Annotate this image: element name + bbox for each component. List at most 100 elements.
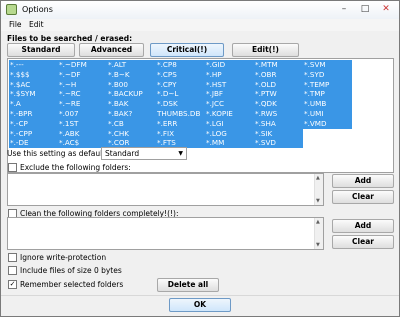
file-type-item[interactable]: *.FIX xyxy=(156,128,205,139)
window-title: Options xyxy=(22,5,53,14)
title-bar[interactable]: Options – □ ✕ xyxy=(1,1,399,19)
checkmark-icon: ✓ xyxy=(9,280,16,288)
file-type-item[interactable]: *.CHK xyxy=(107,128,156,139)
ignore-write-protection-checkbox[interactable] xyxy=(8,253,17,262)
menu-file[interactable]: File xyxy=(9,20,22,29)
exclude-folders-list[interactable]: ▲ ▼ xyxy=(7,173,324,206)
standard-button[interactable]: Standard xyxy=(7,43,75,57)
file-type-item[interactable]: *.B~K xyxy=(107,69,156,80)
remember-folders-label: Remember selected folders xyxy=(20,280,124,289)
file-type-item[interactable]: *.D~L xyxy=(156,89,205,100)
file-type-item[interactable]: *.OLD xyxy=(254,79,303,90)
file-type-item[interactable]: *.CPS xyxy=(156,69,205,80)
file-type-item[interactable]: *.SHA xyxy=(254,118,303,129)
file-type-item[interactable]: *.1ST xyxy=(58,118,107,129)
critical-button[interactable]: Critical(!) xyxy=(150,43,224,57)
file-type-item[interactable]: *.TMP xyxy=(303,89,352,100)
file-type-item[interactable]: *.QDK xyxy=(254,99,303,109)
file-type-item[interactable]: *.~DF xyxy=(58,69,107,80)
clean-folders-list[interactable]: ▲ ▼ xyxy=(7,217,324,250)
maximize-icon[interactable]: □ xyxy=(355,2,375,17)
file-type-item[interactable]: *.-BPR xyxy=(9,108,58,119)
file-type-item[interactable]: *.B00 xyxy=(107,79,156,90)
default-setting-combo[interactable]: Standard ▼ xyxy=(101,147,187,160)
file-type-item[interactable]: *.AC$ xyxy=(58,138,107,149)
file-type-item[interactable]: *.-DE xyxy=(9,138,58,149)
close-icon[interactable]: ✕ xyxy=(375,2,397,17)
file-type-item[interactable]: *.-CPP xyxy=(9,128,58,139)
file-type-item[interactable]: *.SIK xyxy=(254,128,303,139)
options-window: Options – □ ✕ File Edit Files to be sear… xyxy=(0,0,400,317)
scroll-up-icon[interactable]: ▲ xyxy=(316,175,320,181)
file-type-item[interactable]: *.~RC xyxy=(58,89,107,100)
file-type-item[interactable]: *.ABK xyxy=(58,128,107,139)
file-type-item[interactable]: *.--- xyxy=(9,60,58,70)
file-type-item[interactable]: *.BAK xyxy=(107,99,156,109)
file-type-item[interactable]: *.BAK? xyxy=(107,108,156,119)
file-type-item[interactable]: *.$$$ xyxy=(9,69,58,80)
file-type-item[interactable]: *.SYD xyxy=(303,69,352,80)
edit-preset-button[interactable]: Edit(!) xyxy=(232,43,299,57)
file-type-item[interactable]: *.A xyxy=(9,99,58,109)
file-type-item[interactable]: *.007 xyxy=(58,108,107,119)
file-type-item[interactable]: *.HP xyxy=(205,69,254,80)
file-type-item[interactable]: *.MTM xyxy=(254,60,303,70)
dropdown-arrow-icon: ▼ xyxy=(178,150,183,157)
file-type-item[interactable] xyxy=(303,129,352,139)
default-setting-value: Standard xyxy=(105,149,140,158)
file-type-item[interactable]: *.~H xyxy=(58,79,107,90)
file-type-item[interactable]: *.UMI xyxy=(303,108,352,119)
file-type-item[interactable]: *.-CP xyxy=(9,118,58,129)
files-label: Files to be searched / erased: xyxy=(7,34,133,43)
file-type-item[interactable]: *.VMD xyxy=(303,118,352,129)
file-type-item[interactable]: *.DSK xyxy=(156,99,205,109)
delete-all-button[interactable]: Delete all xyxy=(157,278,219,292)
file-type-item[interactable]: *.JBF xyxy=(205,89,254,100)
file-type-item[interactable]: *.LOG xyxy=(205,128,254,139)
file-type-item[interactable]: *.~DFM xyxy=(58,60,107,70)
file-type-item[interactable]: *.SVM xyxy=(303,60,352,70)
file-type-item[interactable]: *.JCC xyxy=(205,99,254,109)
file-type-item[interactable]: *.ERR xyxy=(156,118,205,129)
file-type-item[interactable]: THUMBS.DB xyxy=(156,108,205,119)
file-type-item[interactable]: *.CB xyxy=(107,118,156,129)
file-type-item[interactable]: *.KOPIE xyxy=(205,108,254,119)
file-type-item[interactable]: *.HST xyxy=(205,79,254,90)
file-type-item[interactable]: *.ALT xyxy=(107,60,156,70)
scroll-down-icon[interactable]: ▼ xyxy=(316,242,320,248)
clean-add-button[interactable]: Add xyxy=(332,219,394,233)
file-type-item[interactable]: *.SVD xyxy=(254,138,303,149)
file-type-item[interactable]: *.LGI xyxy=(205,118,254,129)
include-zero-bytes-label: Include files of size 0 bytes xyxy=(20,266,122,275)
exclude-add-button[interactable]: Add xyxy=(332,174,394,188)
file-type-item[interactable]: *.OBR xyxy=(254,69,303,80)
file-type-item[interactable]: *.$SYM xyxy=(9,89,58,100)
file-type-item[interactable] xyxy=(303,138,352,148)
ok-button[interactable]: OK xyxy=(169,298,231,312)
minimize-icon[interactable]: – xyxy=(333,2,355,17)
file-type-item[interactable]: *.CP8 xyxy=(156,60,205,70)
file-type-item[interactable]: *.~RE xyxy=(58,99,107,109)
exclude-scrollbar[interactable]: ▲ ▼ xyxy=(314,174,323,205)
menu-edit[interactable]: Edit xyxy=(29,20,44,29)
clean-scrollbar[interactable]: ▲ ▼ xyxy=(314,218,323,249)
remember-folders-checkbox[interactable]: ✓ xyxy=(8,280,17,289)
exclude-clear-button[interactable]: Clear xyxy=(332,190,394,204)
file-type-item[interactable]: *.RWS xyxy=(254,108,303,119)
file-type-item[interactable]: *.BACKUP xyxy=(107,89,156,100)
ignore-write-protection-label: Ignore write-protection xyxy=(20,253,107,262)
file-type-item[interactable]: *.$AC xyxy=(9,79,58,90)
exclude-checkbox[interactable] xyxy=(8,163,17,172)
scroll-up-icon[interactable]: ▲ xyxy=(316,219,320,225)
file-type-item[interactable]: *.TEMP xyxy=(303,79,352,90)
file-type-item[interactable]: *.UMB xyxy=(303,99,352,109)
advanced-button[interactable]: Advanced xyxy=(79,43,144,57)
default-setting-label: Use this setting as default xyxy=(7,149,106,158)
scroll-down-icon[interactable]: ▼ xyxy=(316,198,320,204)
file-type-item[interactable]: *.GID xyxy=(205,60,254,70)
clean-clear-button[interactable]: Clear xyxy=(332,235,394,249)
file-type-item[interactable]: *.PTW xyxy=(254,89,303,100)
include-zero-bytes-checkbox[interactable] xyxy=(8,266,17,275)
file-type-item[interactable]: *.CPY xyxy=(156,79,205,90)
file-type-item[interactable]: *.MM xyxy=(205,138,254,149)
